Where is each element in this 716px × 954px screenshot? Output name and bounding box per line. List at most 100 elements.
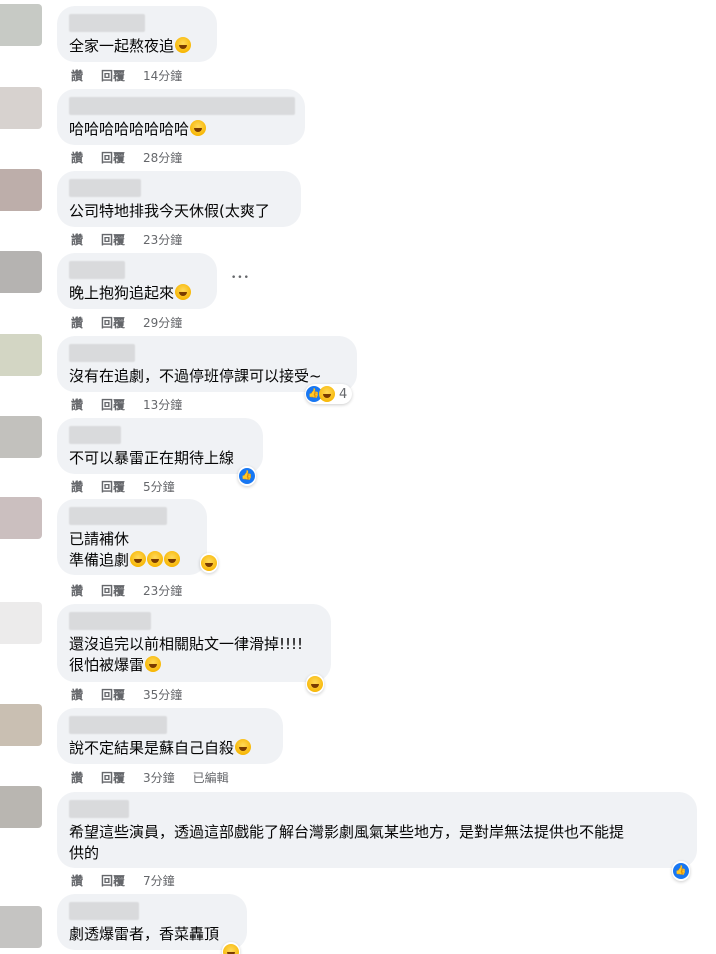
comment-actions: 讚 回覆 23分鐘: [71, 231, 182, 248]
reactions-summary[interactable]: 👍 4: [305, 384, 353, 404]
haha-reaction-icon: [307, 676, 323, 692]
avatar[interactable]: [0, 251, 42, 293]
avatar[interactable]: [0, 169, 42, 211]
timestamp[interactable]: 23分鐘: [143, 582, 182, 599]
author-name[interactable]: [69, 716, 167, 734]
comment-text: 公司特地排我今天休假(太爽了: [69, 202, 270, 220]
reactions-summary[interactable]: [222, 942, 240, 954]
reply-link[interactable]: 回覆: [101, 314, 125, 331]
reply-link[interactable]: 回覆: [101, 686, 125, 703]
avatar[interactable]: [0, 416, 42, 458]
comment-actions: 讚 回覆 5分鐘: [71, 478, 175, 495]
comment-text: 哈哈哈哈哈哈哈哈: [69, 119, 293, 140]
author-name[interactable]: [69, 344, 135, 362]
laughing-emoji-icon: [190, 120, 207, 136]
like-link[interactable]: 讚: [71, 769, 83, 786]
comment-text: 沒有在追劇，不過停班停課可以接受~: [69, 367, 322, 385]
timestamp[interactable]: 35分鐘: [143, 686, 182, 703]
comment-actions: 讚 回覆 3分鐘 已編輯: [71, 769, 229, 786]
comment-text: 已請補休 準備追劇: [69, 529, 195, 571]
like-link[interactable]: 讚: [71, 314, 83, 331]
author-name[interactable]: [69, 179, 141, 197]
reply-link[interactable]: 回覆: [101, 582, 125, 599]
avatar[interactable]: [0, 497, 42, 539]
like-link[interactable]: 讚: [71, 396, 83, 413]
timestamp[interactable]: 5分鐘: [143, 478, 175, 495]
timestamp[interactable]: 29分鐘: [143, 314, 182, 331]
like-reaction-icon: 👍: [673, 863, 689, 879]
timestamp[interactable]: 28分鐘: [143, 149, 182, 166]
comment-text: 還沒追完以前相關貼文一律滑掉!!!! 很怕被爆雷: [69, 635, 304, 674]
comment-text: 全家一起熬夜追: [69, 36, 205, 57]
reactions-summary[interactable]: [306, 674, 324, 694]
reply-link[interactable]: 回覆: [101, 231, 125, 248]
like-link[interactable]: 讚: [71, 149, 83, 166]
avatar[interactable]: [0, 786, 42, 828]
comment-actions: 讚 回覆 13分鐘: [71, 396, 182, 413]
comment-bubble: 哈哈哈哈哈哈哈哈: [57, 89, 305, 145]
timestamp[interactable]: 7分鐘: [143, 872, 175, 889]
rofl-emoji-icon: [235, 739, 252, 755]
avatar[interactable]: [0, 4, 42, 46]
avatar[interactable]: [0, 704, 42, 746]
comment-bubble: 還沒追完以前相關貼文一律滑掉!!!! 很怕被爆雷: [57, 604, 331, 682]
like-link[interactable]: 讚: [71, 67, 83, 84]
author-name[interactable]: [69, 612, 151, 630]
author-name[interactable]: [69, 14, 145, 32]
reactions-summary[interactable]: 👍: [238, 466, 256, 486]
reactions-summary[interactable]: 👍: [672, 861, 690, 881]
edited-label: 已編輯: [192, 771, 229, 785]
reply-link[interactable]: 回覆: [101, 67, 125, 84]
comment-text: 晚上抱狗追起來: [69, 283, 205, 304]
comment-text: 說不定結果是蘇自己自殺: [69, 738, 271, 759]
like-link[interactable]: 讚: [71, 478, 83, 495]
author-name[interactable]: [69, 97, 295, 115]
author-name[interactable]: [69, 800, 129, 818]
comment-text: 希望這些演員，透過這部戲能了解台灣影劇風氣某些地方，是對岸無法提供也不能提 供的: [69, 823, 625, 862]
timestamp[interactable]: 14分鐘: [143, 67, 182, 84]
author-name[interactable]: [69, 426, 121, 444]
reactions-summary[interactable]: [200, 553, 218, 573]
reply-link[interactable]: 回覆: [101, 872, 125, 889]
comment-bubble: 公司特地排我今天休假(太爽了: [57, 171, 301, 227]
avatar[interactable]: [0, 602, 42, 644]
reply-link[interactable]: 回覆: [101, 396, 125, 413]
like-link[interactable]: 讚: [71, 686, 83, 703]
haha-reaction-icon: [201, 555, 217, 571]
comment-actions: 讚 回覆 35分鐘: [71, 686, 182, 703]
avatar[interactable]: [0, 906, 42, 948]
comment-text: 劇透爆雷者，香菜轟頂: [69, 925, 220, 943]
haha-reaction-icon: [319, 386, 335, 402]
timestamp[interactable]: 3分鐘: [143, 769, 175, 786]
comment-text: 不可以暴雷正在期待上線: [69, 449, 235, 467]
like-reaction-icon: 👍: [239, 468, 255, 484]
comment-actions: 讚 回覆 23分鐘: [71, 582, 182, 599]
comment-bubble: 晚上抱狗追起來: [57, 253, 217, 309]
rofl-emoji-icon: [130, 551, 147, 567]
haha-reaction-icon: [223, 944, 239, 954]
author-name[interactable]: [69, 507, 167, 525]
author-name[interactable]: [69, 902, 139, 920]
like-link[interactable]: 讚: [71, 231, 83, 248]
reply-link[interactable]: 回覆: [101, 149, 125, 166]
rofl-emoji-icon: [147, 551, 164, 567]
more-options-icon[interactable]: •••: [231, 273, 250, 283]
timestamp[interactable]: 13分鐘: [143, 396, 182, 413]
avatar[interactable]: [0, 87, 42, 129]
comment-actions: 讚 回覆 7分鐘: [71, 872, 175, 889]
reply-link[interactable]: 回覆: [101, 769, 125, 786]
comment-bubble: 不可以暴雷正在期待上線: [57, 418, 263, 474]
avatar[interactable]: [0, 334, 42, 376]
comment-actions: 讚 回覆 28分鐘: [71, 149, 182, 166]
comment-actions: 讚 回覆 14分鐘: [71, 67, 182, 84]
reply-link[interactable]: 回覆: [101, 478, 125, 495]
rofl-emoji-icon: [164, 551, 181, 567]
timestamp[interactable]: 23分鐘: [143, 231, 182, 248]
author-name[interactable]: [69, 261, 125, 279]
grin-sweat-emoji-icon: [175, 37, 192, 53]
pensive-emoji-icon: [145, 656, 162, 672]
like-link[interactable]: 讚: [71, 582, 83, 599]
reaction-count: 4: [339, 386, 348, 402]
comment-bubble: 說不定結果是蘇自己自殺: [57, 708, 283, 764]
like-link[interactable]: 讚: [71, 872, 83, 889]
